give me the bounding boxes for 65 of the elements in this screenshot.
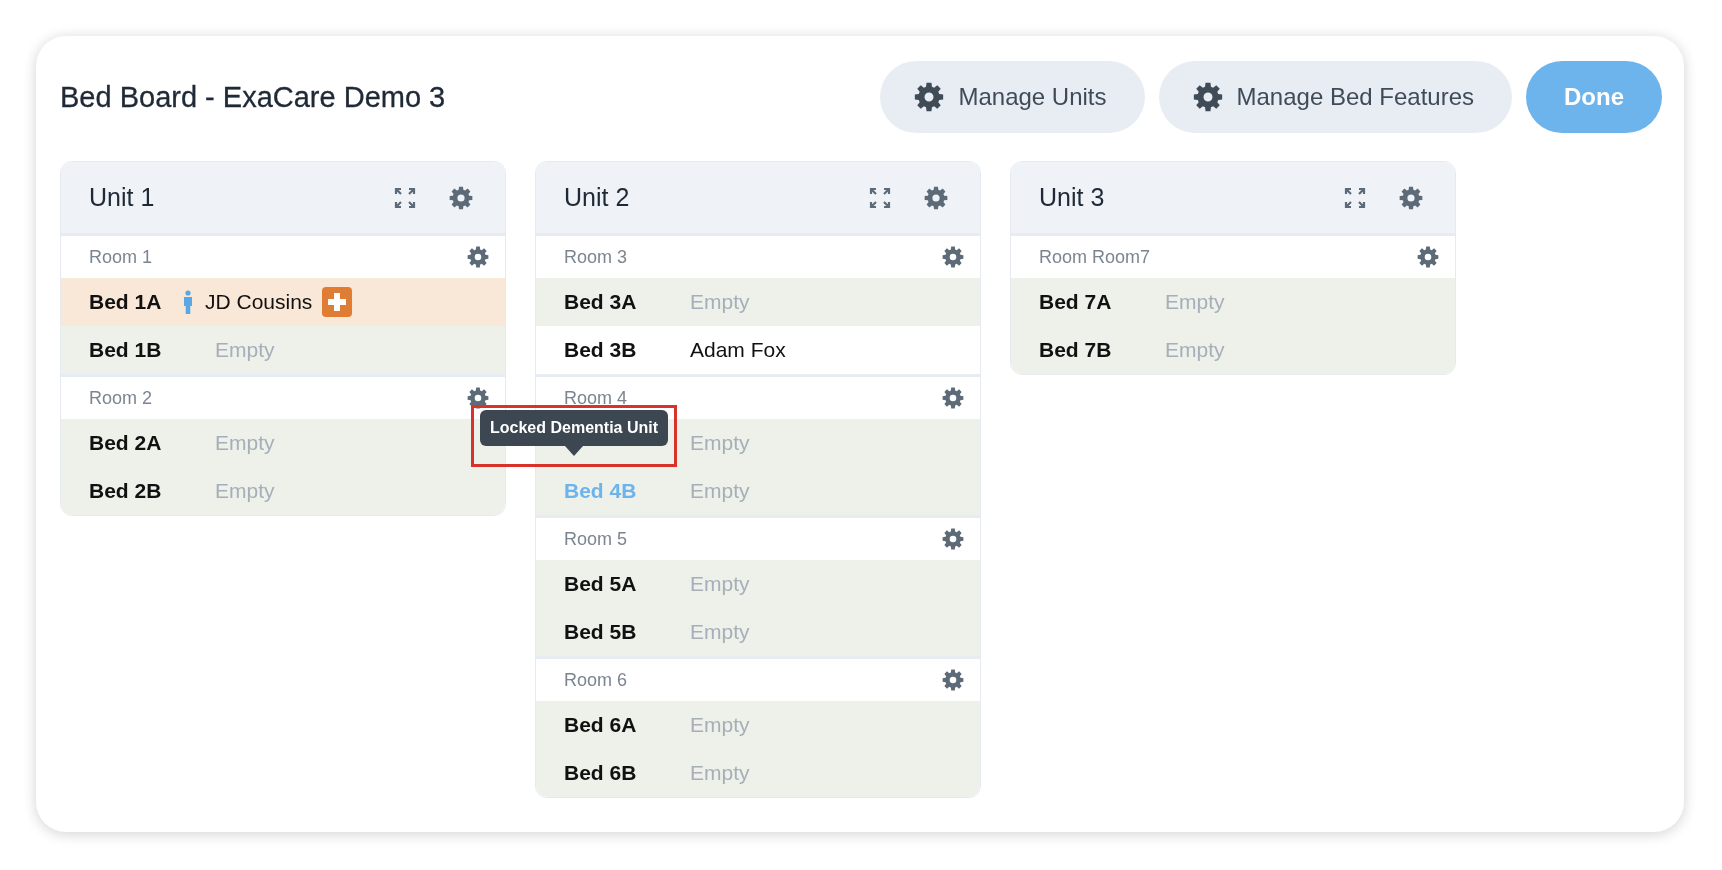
empty-status: Empty [690, 713, 750, 737]
settings-icon[interactable] [467, 246, 489, 268]
room-name: Room 6 [564, 669, 629, 691]
settings-icon[interactable] [942, 669, 964, 691]
patient-name: JD Cousins [205, 290, 313, 314]
bed-row[interactable]: Bed 1B Empty [61, 326, 505, 374]
bed-label[interactable]: Bed 2B [89, 479, 215, 503]
bed-label[interactable]: Bed 1B [89, 338, 215, 362]
settings-icon[interactable] [1192, 82, 1223, 112]
patient-name: Adam Fox [690, 338, 786, 362]
empty-status: Empty [1165, 290, 1225, 314]
expand-icon[interactable] [1344, 186, 1366, 209]
bed-row[interactable]: Bed 7A Empty [1011, 278, 1455, 326]
settings-icon[interactable] [942, 246, 964, 268]
bed-label[interactable]: Bed 6A [564, 713, 690, 737]
settings-icon[interactable] [924, 185, 948, 210]
empty-status: Empty [215, 479, 275, 503]
expand-icon[interactable] [394, 186, 416, 209]
settings-icon[interactable] [942, 528, 964, 550]
empty-status: Empty [215, 338, 275, 362]
settings-icon[interactable] [1399, 185, 1423, 210]
empty-status: Empty [690, 431, 750, 455]
bed-label[interactable]: Bed 2A [89, 431, 215, 455]
bed-row[interactable]: Bed 6A Empty [536, 701, 980, 749]
settings-icon[interactable] [942, 387, 964, 409]
room-name: Room Room7 [1039, 246, 1152, 268]
room-name: Room 3 [564, 246, 629, 268]
manage-button[interactable]: Manage Units [880, 61, 1145, 133]
unit-title: Unit 2 [564, 183, 631, 212]
settings-icon[interactable] [1417, 246, 1439, 268]
medical-cross-icon [322, 287, 353, 317]
unit-title: Unit 1 [89, 183, 156, 212]
bed-row[interactable]: Bed 3A Empty [536, 278, 980, 326]
bed-row[interactable]: Bed 2B Empty [61, 467, 505, 515]
bed-label[interactable]: Bed 3A [564, 290, 690, 314]
room-name: Room 1 [89, 246, 154, 268]
empty-status: Empty [1165, 338, 1225, 362]
empty-status: Empty [690, 290, 750, 314]
page-title: Bed Board - ExaCare Demo 3 [60, 80, 447, 114]
bed-row[interactable]: Bed 6B Empty [536, 749, 980, 797]
empty-status: Empty [215, 431, 275, 455]
settings-icon[interactable] [449, 185, 473, 210]
bed-row[interactable]: Bed 1A JD Cousins [61, 278, 505, 326]
room-name: Room 2 [89, 387, 154, 409]
expand-icon[interactable] [869, 186, 891, 209]
bed-label[interactable]: Bed 5A [564, 572, 690, 596]
tooltip: Locked Dementia Unit [480, 410, 669, 456]
bed-label[interactable]: Bed 6B [564, 761, 690, 785]
bed-label[interactable]: Bed 7A [1039, 290, 1165, 314]
bed-label[interactable]: Bed 7B [1039, 338, 1165, 362]
empty-status: Empty [690, 479, 750, 503]
room-name: Room 4 [564, 387, 629, 409]
bed-label[interactable]: Bed 3B [564, 338, 690, 362]
empty-status: Empty [690, 572, 750, 596]
unit-title: Unit 3 [1039, 183, 1106, 212]
person-icon [183, 290, 193, 314]
empty-status: Empty [690, 620, 750, 644]
settings-icon[interactable] [914, 82, 945, 112]
bed-row[interactable]: Bed 5B Empty [536, 608, 980, 656]
empty-status: Empty [690, 761, 750, 785]
bed-row[interactable]: Bed 7B Empty [1011, 326, 1455, 374]
bed-label[interactable]: Bed 5B [564, 620, 690, 644]
bed-row[interactable]: Bed 5A Empty [536, 560, 980, 608]
room-name: Room 5 [564, 528, 629, 550]
manage-button[interactable]: Manage Bed Features [1158, 61, 1512, 133]
